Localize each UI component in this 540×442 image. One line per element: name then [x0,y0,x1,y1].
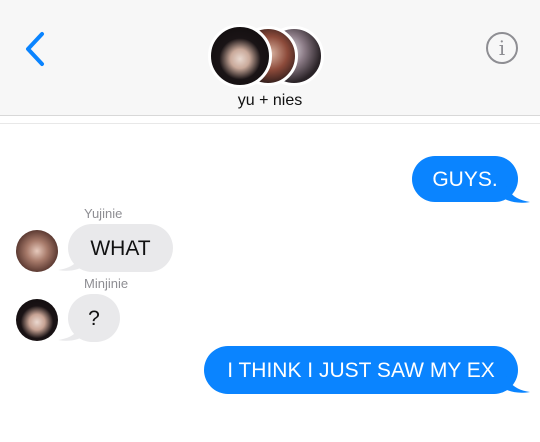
message-text: GUYS. [432,167,498,191]
divider [0,123,540,124]
sent-message-bubble[interactable]: I THINK I JUST SAW MY EX [204,346,518,394]
chevron-left-icon [26,32,44,66]
sender-avatar[interactable] [16,230,58,272]
sender-name: Minjinie [84,276,129,291]
message-text: ? [88,306,100,330]
message-text: I THINK I JUST SAW MY EX [227,358,495,382]
received-message-bubble[interactable]: WHAT [68,224,173,272]
info-button[interactable]: i [486,32,518,64]
received-message-bubble[interactable]: ? [68,294,120,342]
bubble-tail [500,370,530,393]
conversation-header: yu + nies i [0,0,540,116]
sender-avatar[interactable] [16,299,58,341]
bubble-tail [500,180,530,203]
sender-name: Yujinie [84,206,123,221]
group-avatars[interactable] [208,24,326,88]
info-icon: i [498,36,506,60]
group-name[interactable]: yu + nies [0,92,540,110]
avatar [208,24,272,88]
message-text: WHAT [90,236,151,260]
back-button[interactable] [20,30,54,68]
